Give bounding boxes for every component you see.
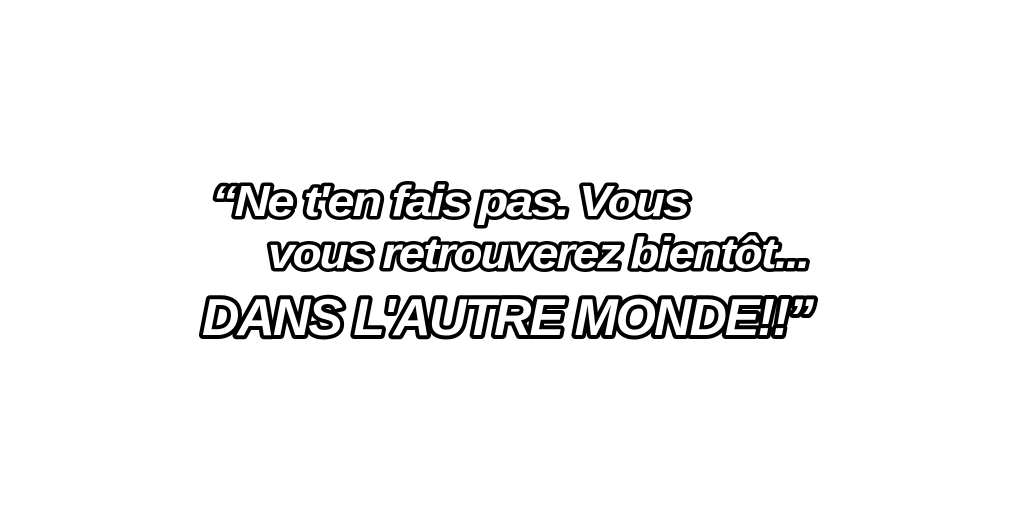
- canvas: “Ne t'en fais pas. Vous vous retrouverez…: [0, 0, 1024, 512]
- quote-line-3: DANS L'AUTRE MONDE!!”: [202, 289, 814, 347]
- quote-line-2: vous retrouverez bientôt...: [268, 229, 808, 278]
- quote-line-1: “Ne t'en fais pas. Vous: [212, 177, 689, 226]
- quote-caption: “Ne t'en fais pas. Vous vous retrouverez…: [198, 174, 820, 352]
